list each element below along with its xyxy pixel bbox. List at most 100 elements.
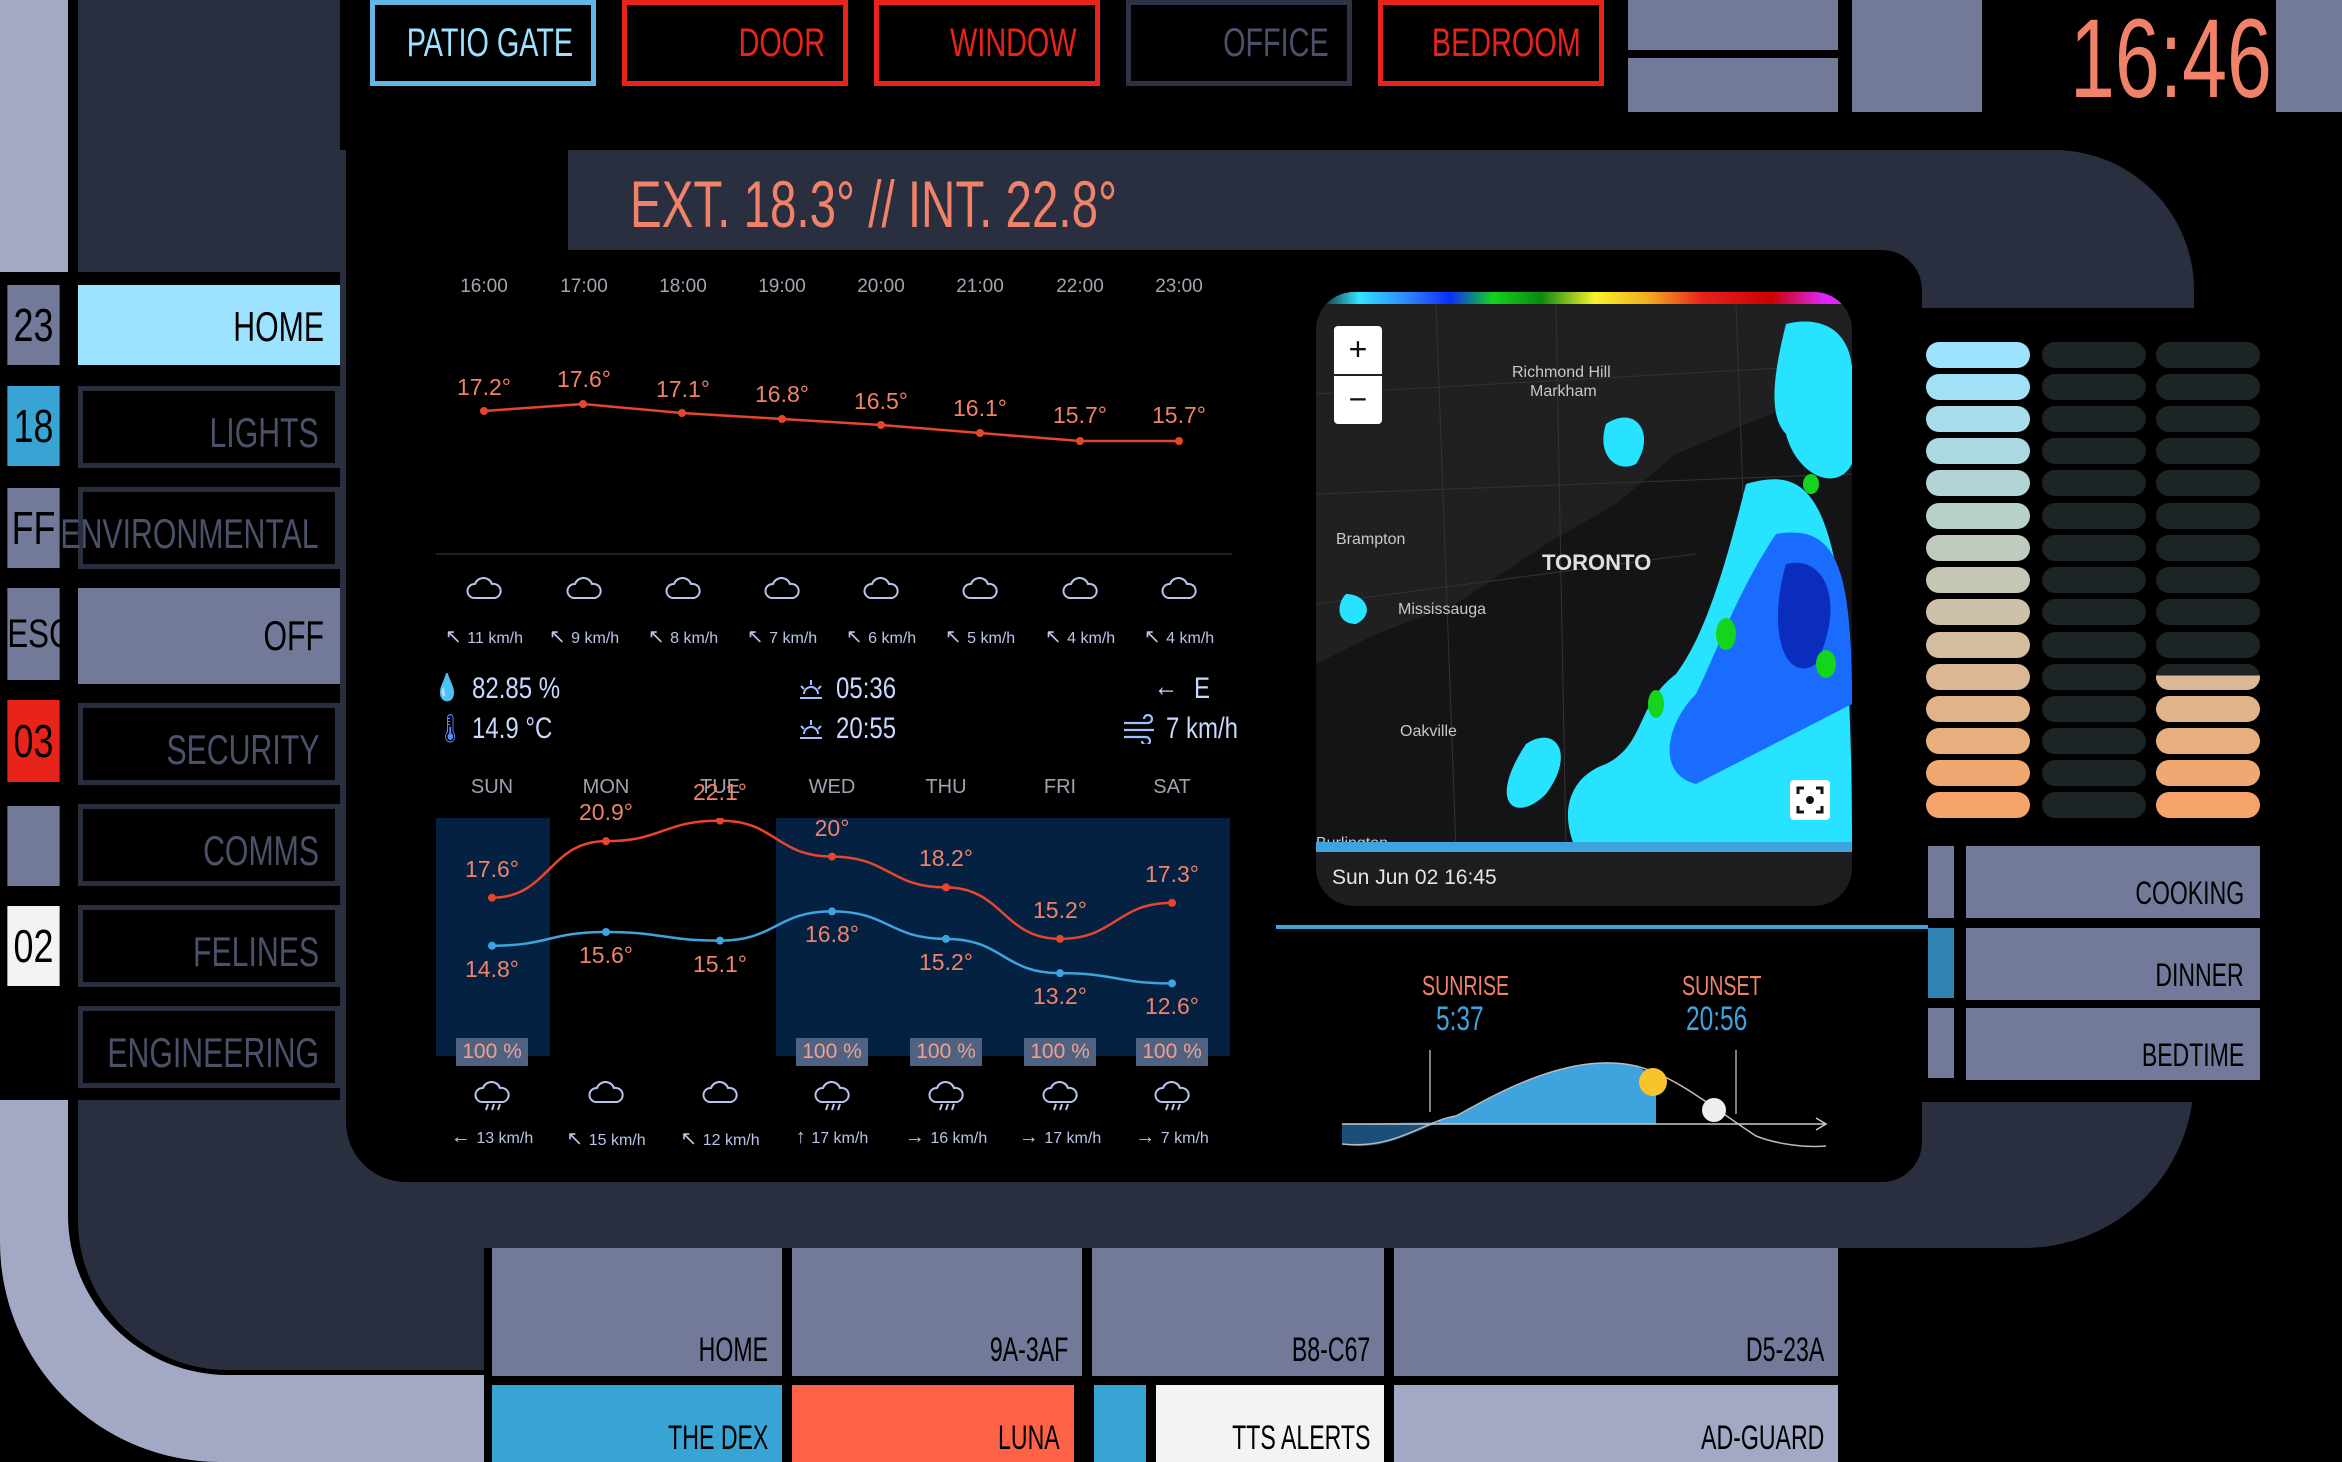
bottom-the-dex-button[interactable]: THE DEX [492, 1385, 782, 1462]
daily-low-point [828, 907, 836, 916]
light-level-segment[interactable] [2156, 696, 2260, 722]
day-label: MON [582, 776, 630, 798]
menu-lights[interactable]: LIGHTS [78, 386, 340, 468]
light-level-segment[interactable] [1926, 728, 2030, 754]
light-level-segment[interactable] [2156, 599, 2260, 625]
bottom-ad-guard-button[interactable]: AD-GUARD [1394, 1385, 1838, 1462]
dewpoint-icon: 🌡 [436, 713, 465, 744]
door-window[interactable]: WINDOW [874, 0, 1100, 86]
light-level-segment[interactable] [1926, 470, 2030, 496]
light-level-segment[interactable] [2042, 342, 2146, 368]
side-code-5: 03 [7, 700, 60, 782]
cloud-icon [861, 576, 901, 615]
light-level-segment[interactable] [2042, 374, 2146, 400]
radar-timestamp: Sun Jun 02 16:45 [1332, 866, 1497, 889]
menu-comms[interactable]: COMMS [78, 804, 340, 886]
radar-zoom-out-button[interactable]: − [1334, 376, 1382, 424]
light-level-segment[interactable] [2156, 438, 2260, 464]
light-level-segment[interactable] [2156, 374, 2260, 400]
light-level-segment[interactable] [2156, 503, 2260, 529]
bottom-home-button[interactable]: HOME [492, 1248, 782, 1376]
light-level-segment[interactable] [1926, 632, 2030, 658]
rain-cloud-icon [472, 1080, 512, 1119]
light-level-segment[interactable] [2042, 728, 2146, 754]
light-level-segment[interactable] [2156, 406, 2260, 432]
sun-elevation-chart [1341, 1050, 1828, 1148]
rain-cloud-icon [1152, 1080, 1192, 1119]
bottom-b8-c67-button[interactable]: B8-C67 [1092, 1248, 1384, 1376]
daily-wind: → 7 km/h [1135, 1126, 1209, 1148]
light-level-segment[interactable] [1926, 567, 2030, 593]
light-level-segment[interactable] [2042, 632, 2146, 658]
light-level-segment[interactable] [2156, 792, 2260, 818]
light-level-segment[interactable] [1926, 535, 2030, 561]
door-bedroom[interactable]: BEDROOM [1378, 0, 1604, 86]
light-level-segment[interactable] [1926, 438, 2030, 464]
light-level-segment[interactable] [1926, 696, 2030, 722]
top-block-c [1852, 0, 1982, 112]
radar-zoom-in-button[interactable]: + [1334, 326, 1382, 374]
radar-map[interactable]: Richmond Hill Markham Brampton TORONTO M… [1316, 292, 1852, 906]
light-level-segment[interactable] [2156, 664, 2260, 690]
light-level-segment[interactable] [2156, 567, 2260, 593]
light-level-segment[interactable] [2042, 438, 2146, 464]
cloud-icon [762, 576, 802, 615]
menu-engineering[interactable]: ENGINEERING [78, 1006, 340, 1088]
light-level-segment[interactable] [2042, 406, 2146, 432]
hourly-wind: ↖ 9 km/h [548, 626, 620, 648]
light-level-segment[interactable] [1926, 599, 2030, 625]
bottom-tts-alerts-button[interactable]: TTS ALERTS [1156, 1385, 1384, 1462]
light-level-segment[interactable] [2156, 760, 2260, 786]
menu-felines[interactable]: FELINES [78, 905, 340, 987]
light-level-segment[interactable] [1926, 342, 2030, 368]
scene-cooking-button[interactable]: COOKING [1966, 846, 2260, 918]
light-level-segment[interactable] [2042, 470, 2146, 496]
light-level-segment[interactable] [2042, 503, 2146, 529]
scene-dinner-button[interactable]: DINNER [1966, 928, 2260, 1000]
frame-left-elbow-top [0, 0, 68, 272]
radar-color-scale [1316, 292, 1852, 304]
light-level-segment[interactable] [2156, 470, 2260, 496]
menu-home[interactable]: HOME [78, 285, 340, 365]
bottom-9a-3af-button[interactable]: 9A-3AF [792, 1248, 1082, 1376]
light-level-segment[interactable] [2156, 342, 2260, 368]
light-level-segment[interactable] [2042, 792, 2146, 818]
side-code-4: ESC [7, 588, 72, 680]
light-level-segment[interactable] [2156, 535, 2260, 561]
light-level-segment[interactable] [2156, 728, 2260, 754]
wind-speed-value: 7 km/h [1166, 712, 1239, 745]
menu-environmental[interactable]: ENVIRONMENTAL [61, 487, 340, 569]
bottom-luna-button[interactable]: LUNA [792, 1385, 1074, 1462]
bottom-d5-23a-button[interactable]: D5-23A [1394, 1248, 1838, 1376]
rain-cloud-icon [812, 1080, 852, 1119]
light-level-segment[interactable] [2042, 567, 2146, 593]
radar-timeline-bar[interactable] [1316, 842, 1852, 852]
light-level-segment[interactable] [1926, 760, 2030, 786]
light-level-segment[interactable] [2042, 599, 2146, 625]
daily-wind: → 16 km/h [904, 1126, 988, 1148]
cloud-icon [464, 576, 504, 615]
light-level-segment[interactable] [2042, 760, 2146, 786]
light-level-segment[interactable] [1926, 374, 2030, 400]
light-level-segment[interactable] [2156, 632, 2260, 658]
light-level-segment[interactable] [1926, 664, 2030, 690]
light-level-segment[interactable] [1926, 406, 2030, 432]
door-patio-gate[interactable]: PATIO GATE [370, 0, 596, 86]
radar-fullscreen-icon[interactable] [1790, 780, 1830, 820]
light-level-segment[interactable] [2042, 664, 2146, 690]
sunset-value: 20:55 [836, 712, 897, 745]
menu-security[interactable]: SECURITY [78, 703, 340, 785]
bottom-blank-button[interactable] [1094, 1385, 1146, 1462]
hourly-temp-line [480, 400, 1183, 445]
sunset-icon [800, 720, 822, 739]
door-door[interactable]: DOOR [622, 0, 848, 86]
light-level-segment[interactable] [1926, 792, 2030, 818]
light-level-segment[interactable] [2042, 535, 2146, 561]
light-level-segment[interactable] [2042, 696, 2146, 722]
light-level-segment[interactable] [1926, 503, 2030, 529]
menu-off[interactable]: OFF [78, 588, 340, 684]
door-office[interactable]: OFFICE [1126, 0, 1352, 86]
scene-bedtime-button[interactable]: BEDTIME [1966, 1008, 2260, 1080]
map-place: Brampton [1336, 531, 1405, 548]
daily-high-point [1168, 898, 1176, 907]
